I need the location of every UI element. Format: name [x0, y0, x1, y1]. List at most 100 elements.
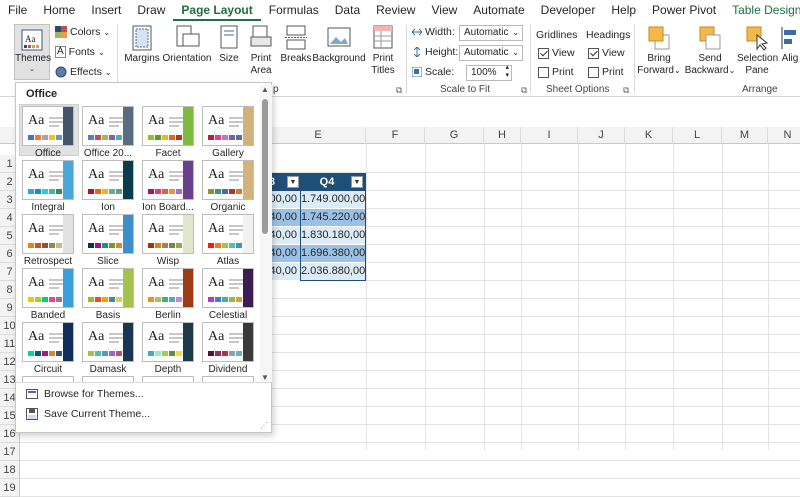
column-header-l[interactable]: L [673, 127, 722, 144]
theme-thumbnail-damask[interactable]: Aa [82, 322, 134, 362]
theme-thumbnail-wisp[interactable]: Aa [142, 214, 194, 254]
theme-thumbnail-slice[interactable]: Aa [82, 214, 134, 254]
orientation-label: Orientation [162, 53, 212, 64]
theme-thumbnail-ion-board[interactable]: Aa [142, 160, 194, 200]
theme-color-swatch [102, 189, 108, 194]
theme-color-swatch [116, 243, 122, 248]
theme-thumbnail-berlin[interactable]: Aa [142, 268, 194, 308]
row-header-18[interactable]: 18 [0, 461, 20, 479]
column-header-f[interactable]: F [366, 127, 425, 144]
resize-grip-icon[interactable]: ⋰ [260, 421, 268, 430]
bring-forward-button[interactable]: Bring Forward⌄ [636, 25, 682, 77]
size-button[interactable]: Size [216, 25, 242, 65]
headings-print-checkbox[interactable]: Print [588, 66, 624, 78]
scale-spinner[interactable]: 100% ▴ ▾ [466, 64, 512, 81]
scroll-up-icon[interactable]: ▲ [261, 85, 269, 94]
tab-review[interactable]: Review [368, 0, 423, 21]
tab-table-design[interactable]: Table Design [724, 0, 800, 21]
headings-view-checkbox[interactable]: View [588, 47, 625, 59]
margins-button[interactable]: Margins [122, 25, 162, 65]
tab-power-pivot[interactable]: Power Pivot [644, 0, 724, 21]
height-dropdown[interactable]: Automatic ⌄ [459, 45, 523, 61]
theme-thumbnail-dividend[interactable]: Aa [202, 322, 254, 362]
fonts-button[interactable]: A Fonts ⌄ [55, 46, 105, 58]
breaks-button[interactable]: Breaks [280, 25, 312, 65]
theme-sample-line [229, 225, 243, 227]
tab-developer[interactable]: Developer [533, 0, 604, 21]
print-titles-button[interactable]: Print Titles [368, 25, 398, 77]
theme-thumbnail-retrospect[interactable]: Aa [22, 214, 74, 254]
column-header-g[interactable]: G [425, 127, 484, 144]
row-header-19[interactable]: 19 [0, 479, 20, 497]
tab-view[interactable]: View [423, 0, 465, 21]
effects-button[interactable]: Effects ⌄ [55, 66, 112, 78]
theme-thumbnail-partial[interactable] [142, 376, 194, 382]
column-header-e[interactable]: E [271, 127, 366, 144]
theme-color-swatch [162, 243, 168, 248]
print-area-button[interactable]: Print Area [246, 25, 276, 77]
column-header-n[interactable]: N [768, 127, 800, 144]
theme-thumbnail-depth[interactable]: Aa [142, 322, 194, 362]
theme-thumbnail-partial[interactable] [82, 376, 134, 382]
tab-draw[interactable]: Draw [129, 0, 173, 21]
theme-color-swatch [169, 297, 175, 302]
theme-thumbnail-integral[interactable]: Aa [22, 160, 74, 200]
dialog-launcher-icon[interactable]: ⧉ [521, 85, 527, 96]
theme-thumbnail-ion[interactable]: Aa [82, 160, 134, 200]
theme-color-swatch [109, 297, 115, 302]
tab-formulas[interactable]: Formulas [261, 0, 327, 21]
theme-thumbnail-banded[interactable]: Aa [22, 268, 74, 308]
dialog-launcher-icon[interactable]: ⧉ [623, 85, 629, 96]
filter-dropdown-icon[interactable]: ▼ [287, 176, 299, 188]
theme-thumbnail-office-20[interactable]: Aa [82, 106, 134, 146]
tab-insert[interactable]: Insert [83, 0, 129, 21]
colors-button[interactable]: Colors ⌄ [55, 26, 110, 38]
background-button[interactable]: Background [312, 25, 366, 65]
theme-thumbnail-facet[interactable]: Aa [142, 106, 194, 146]
orientation-button[interactable]: Orientation [161, 25, 213, 65]
theme-sample-text-icon: Aa [148, 329, 165, 344]
scroll-down-icon[interactable]: ▼ [261, 373, 269, 382]
theme-thumbnail-organic[interactable]: Aa [202, 160, 254, 200]
tab-help[interactable]: Help [603, 0, 644, 21]
column-header-m[interactable]: M [722, 127, 768, 144]
theme-thumbnail-gallery[interactable]: Aa [202, 106, 254, 146]
theme-thumbnail-celestial[interactable]: Aa [202, 268, 254, 308]
tab-file[interactable]: File [0, 0, 35, 21]
save-current-theme-item[interactable]: Save Current Theme... [26, 408, 150, 420]
theme-thumbnail-office[interactable]: Aa [22, 106, 74, 146]
column-header-h[interactable]: H [484, 127, 521, 144]
tab-automate[interactable]: Automate [465, 0, 532, 21]
theme-color-swatch [88, 297, 94, 302]
send-backward-button[interactable]: Send Backward⌄ [684, 25, 736, 77]
tab-home[interactable]: Home [35, 0, 83, 21]
align-button[interactable]: Alig [780, 25, 800, 65]
row-header-17[interactable]: 17 [0, 443, 20, 461]
theme-thumbnail-partial[interactable] [22, 376, 74, 382]
width-dropdown[interactable]: Automatic ⌄ [459, 25, 523, 41]
column-header-j[interactable]: J [578, 127, 625, 144]
themes-button[interactable]: Aa Themes ⌄ [14, 24, 51, 80]
browse-label: Browse for Themes... [44, 388, 144, 400]
tab-data[interactable]: Data [327, 0, 368, 21]
theme-color-swatch [148, 135, 154, 140]
gallery-scrollbar[interactable]: ▲ ▼ [260, 85, 272, 382]
column-header-i[interactable]: I [521, 127, 578, 144]
theme-sample-line [109, 229, 123, 231]
column-header-k[interactable]: K [625, 127, 673, 144]
theme-thumbnail-atlas[interactable]: Aa [202, 214, 254, 254]
selection-pane-button[interactable]: Selection Pane [737, 25, 778, 77]
gridlines-view-checkbox[interactable]: View [538, 47, 575, 59]
theme-thumbnail-circuit[interactable]: Aa [22, 322, 74, 362]
gridlines-print-checkbox[interactable]: Print [538, 66, 574, 78]
browse-for-themes-item[interactable]: Browse for Themes... [26, 388, 144, 400]
theme-color-swatch [208, 351, 214, 356]
theme-thumbnail-basis[interactable]: Aa [82, 268, 134, 308]
theme-sample-text-icon: Aa [148, 275, 165, 290]
tab-page-layout[interactable]: Page Layout [173, 0, 261, 21]
dialog-launcher-icon[interactable]: ⧉ [396, 85, 402, 96]
theme-sample-line [229, 121, 243, 123]
theme-color-swatch [162, 189, 168, 194]
scrollbar-thumb[interactable] [262, 99, 268, 234]
theme-thumbnail-partial[interactable] [202, 376, 254, 382]
